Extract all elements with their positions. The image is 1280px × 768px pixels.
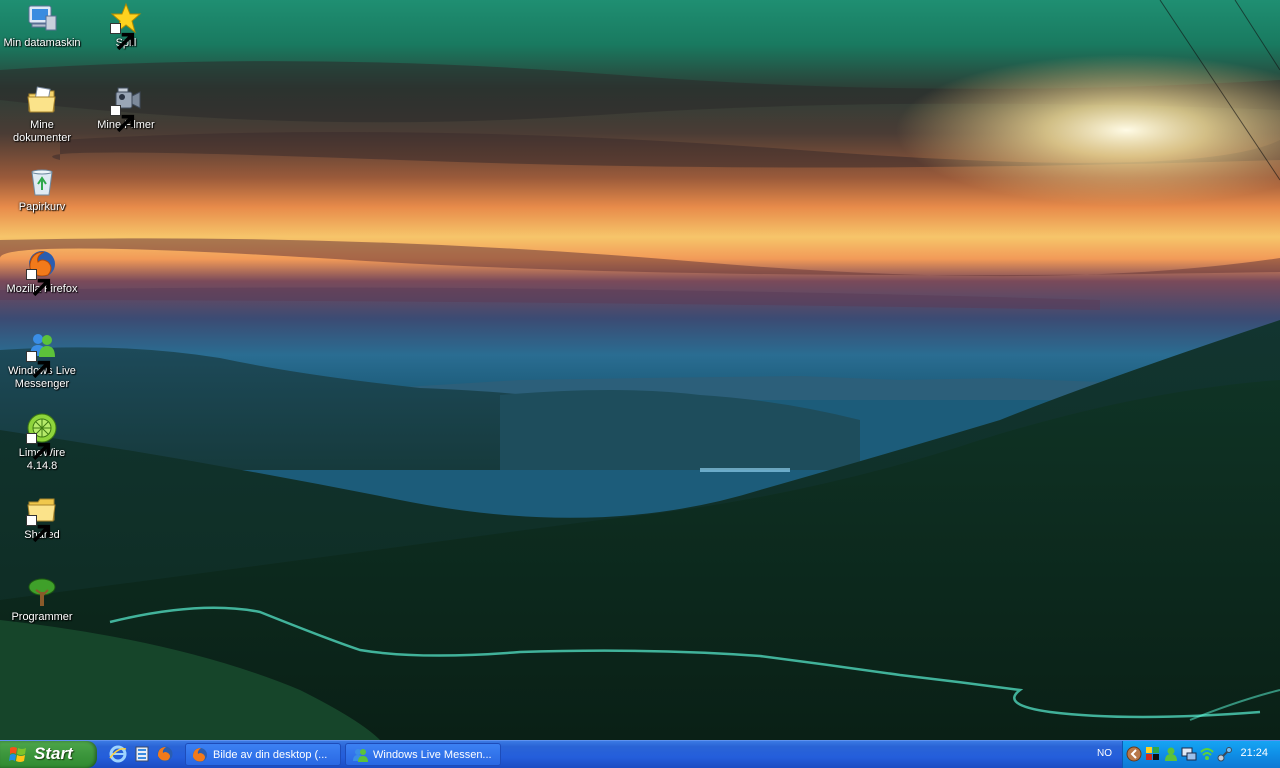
windows-flag-icon[interactable] <box>1145 746 1161 762</box>
my-computer-icon <box>26 2 58 34</box>
video-camera-icon <box>110 84 142 133</box>
documents-folder-icon <box>26 84 58 116</box>
desktop-icon-label: Papirkurv <box>18 201 66 213</box>
start-label: Start <box>34 744 73 763</box>
star-icon <box>110 2 142 51</box>
desktop-icon-firefox[interactable]: Mozilla Firefox <box>0 248 84 297</box>
desktop-icon-recycle-bin[interactable]: Papirkurv <box>0 166 84 214</box>
shortcut-arrow-icon <box>110 23 135 51</box>
taskbar-window-messenger[interactable]: Windows Live Messen... <box>345 743 501 766</box>
start-button[interactable]: Start <box>0 741 97 768</box>
shortcut-arrow-icon <box>26 515 51 543</box>
desktop-icon-messenger[interactable]: Windows Live Messenger <box>0 330 84 391</box>
taskbar-window-label: Windows Live Messen... <box>373 749 492 761</box>
safely-remove-hardware-icon[interactable] <box>1217 746 1233 762</box>
show-desktop-icon <box>135 746 149 762</box>
desktop-icon-programs[interactable]: Programmer <box>0 576 84 624</box>
firefox-icon <box>157 746 173 762</box>
wireless-signal-icon[interactable] <box>1199 746 1215 762</box>
desktop-icon-label: Min datamaskin <box>3 37 81 49</box>
shortcut-arrow-icon <box>26 269 51 297</box>
desktop-icon-my-computer[interactable]: Min datamaskin <box>0 2 84 50</box>
taskbar: Start Bilde av din desktop (... Windows … <box>0 740 1280 768</box>
desktop-icon-limewire[interactable]: LimeWire 4.14.8 <box>0 412 84 473</box>
messenger-icon <box>26 330 58 379</box>
messenger-icon <box>352 747 368 763</box>
quick-launch-firefox[interactable] <box>156 745 174 763</box>
taskbar-window-firefox[interactable]: Bilde av din desktop (... <box>185 743 341 766</box>
firefox-icon <box>26 248 58 297</box>
desktop-icon-label: Mine dokumenter <box>12 119 72 144</box>
recycle-bin-icon <box>26 166 58 198</box>
tree-icon <box>26 576 58 608</box>
language-indicator[interactable]: NO <box>1097 748 1112 759</box>
limewire-icon <box>26 412 58 461</box>
shortcut-arrow-icon <box>26 433 51 461</box>
quick-launch-internet-explorer[interactable] <box>109 745 127 763</box>
desktop-icon-my-documents[interactable]: Mine dokumenter <box>0 84 84 145</box>
firefox-icon <box>192 747 208 763</box>
folder-icon <box>26 494 58 543</box>
taskbar-window-label: Bilde av din desktop (... <box>213 749 328 761</box>
internet-explorer-icon <box>109 745 127 763</box>
shortcut-arrow-icon <box>26 351 51 379</box>
desktop-icon-label: Programmer <box>11 611 73 623</box>
desktop-icon-games[interactable]: Spill <box>84 2 168 51</box>
system-tray: 21:24 <box>1122 741 1280 768</box>
show-hidden-icons-chevron-icon[interactable] <box>1126 746 1142 762</box>
desktop-wallpaper <box>0 0 1280 740</box>
network-connection-icon[interactable] <box>1181 746 1197 762</box>
clock[interactable]: 21:24 <box>1240 747 1268 759</box>
desktop-icon-my-videos[interactable]: Mine Filmer <box>84 84 168 133</box>
desktop-icon-shared[interactable]: Shared <box>0 494 84 543</box>
shortcut-arrow-icon <box>110 105 135 133</box>
quick-launch-show-desktop[interactable] <box>133 745 151 763</box>
windows-logo-icon <box>9 747 26 762</box>
messenger-status-icon[interactable] <box>1163 746 1179 762</box>
